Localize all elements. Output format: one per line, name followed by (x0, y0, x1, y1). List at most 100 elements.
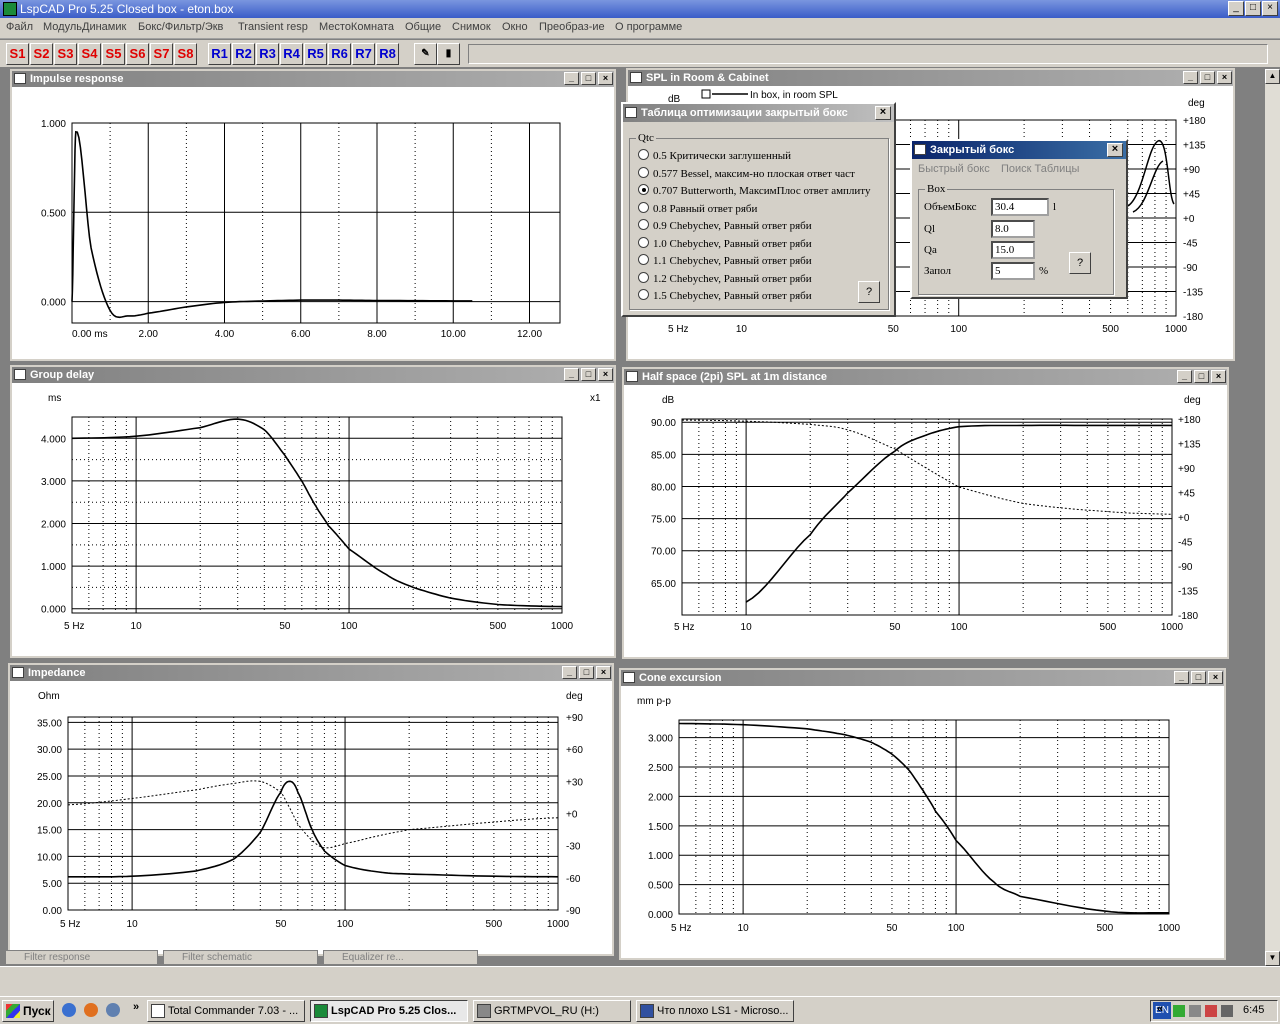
menu-transform[interactable]: Преобраз-ие (539, 21, 605, 33)
minimize-button[interactable]: _ (564, 72, 579, 85)
maximize-button[interactable]: □ (579, 666, 594, 679)
qtc-option[interactable]: 1.0 Chebychev, Равный ответ ряби (638, 236, 812, 250)
radio-icon[interactable] (638, 184, 649, 195)
radio-icon[interactable] (638, 219, 649, 230)
closed-box-dialog[interactable]: Закрытый бокс × Быстрый бокс Поиск Табли… (910, 139, 1128, 299)
qtc-option[interactable]: 1.1 Chebychev, Равный ответ ряби (638, 254, 812, 267)
tab-quick-box[interactable]: Быстрый бокс (918, 163, 990, 175)
start-button[interactable]: Пуск (2, 1000, 54, 1022)
snapshot-button-s4[interactable]: S4 (78, 43, 101, 65)
search-icon[interactable] (106, 1003, 120, 1017)
close-button[interactable]: × (598, 72, 613, 85)
close-button[interactable]: × (1107, 143, 1123, 157)
maximize-button[interactable]: □ (1191, 671, 1206, 684)
close-button[interactable]: × (598, 368, 613, 381)
minimize-button[interactable]: _ (1228, 1, 1244, 16)
tab-table-search[interactable]: Поиск Таблицы (1001, 163, 1079, 175)
tool-icon-a[interactable]: ✎ (414, 43, 437, 65)
minimize-button[interactable]: _ (564, 368, 579, 381)
snapshot-button-s5[interactable]: S5 (102, 43, 125, 65)
menu-file[interactable]: Файл (6, 21, 33, 33)
ql-input[interactable]: 8.0 (991, 220, 1035, 238)
close-button[interactable]: × (1208, 671, 1223, 684)
tray-icon-network[interactable] (1173, 1005, 1185, 1017)
fill-input[interactable]: 5 (991, 262, 1035, 280)
task-total-commander[interactable]: Total Commander 7.03 - ... (147, 1000, 305, 1022)
minimized-filter-schematic[interactable]: Filter schematic (163, 950, 318, 965)
chevron-icon[interactable]: » (133, 1001, 139, 1013)
close-button[interactable]: × (1217, 71, 1232, 84)
menu-window[interactable]: Окно (502, 21, 528, 33)
radio-icon[interactable] (638, 254, 649, 265)
maximize-button[interactable]: □ (581, 72, 596, 85)
tray-icon-volume[interactable] (1221, 1005, 1233, 1017)
task-explorer[interactable]: GRTMPVOL_RU (H:) (473, 1000, 631, 1022)
menu-room[interactable]: МестоКомната (319, 21, 394, 33)
scroll-up-arrow[interactable]: ▲ (1265, 69, 1280, 84)
snapshot-button-s1[interactable]: S1 (6, 43, 29, 65)
recall-button-r3[interactable]: R3 (256, 43, 279, 65)
half-space-window[interactable]: Half space (2pi) SPL at 1m distance _ □ × … (621, 366, 1230, 660)
tray-icon-antivirus[interactable] (1205, 1005, 1217, 1017)
help-button[interactable]: ? (858, 281, 880, 303)
minimized-filter-response[interactable]: Filter response (5, 950, 158, 965)
radio-icon[interactable] (638, 149, 649, 160)
help-button[interactable]: ? (1069, 252, 1091, 274)
minimize-button[interactable]: _ (1174, 671, 1189, 684)
firefox-icon[interactable] (84, 1003, 98, 1017)
tool-icon-b[interactable]: ▮ (437, 43, 460, 65)
tray-icon-usb[interactable] (1189, 1005, 1201, 1017)
qa-input[interactable]: 15.0 (991, 241, 1035, 259)
task-lspcad[interactable]: LspCAD Pro 5.25 Clos... (310, 1000, 468, 1022)
maximize-button[interactable]: □ (1245, 1, 1261, 16)
maximize-button[interactable]: □ (1200, 71, 1215, 84)
snapshot-button-s2[interactable]: S2 (30, 43, 53, 65)
minimize-button[interactable]: _ (562, 666, 577, 679)
menu-general[interactable]: Общие (405, 21, 441, 33)
maximize-button[interactable]: □ (1194, 370, 1209, 383)
task-word[interactable]: Что плохо LS1 - Microso... (636, 1000, 794, 1022)
snapshot-button-s6[interactable]: S6 (126, 43, 149, 65)
close-button[interactable]: × (596, 666, 611, 679)
ie-icon[interactable] (62, 1003, 76, 1017)
menu-about[interactable]: О программе (615, 21, 682, 33)
minimize-button[interactable]: _ (1177, 370, 1192, 383)
snapshot-button-s3[interactable]: S3 (54, 43, 77, 65)
qtc-option[interactable]: 0.5 Критически заглушенный (638, 149, 791, 162)
recall-button-r8[interactable]: R8 (376, 43, 399, 65)
maximize-button[interactable]: □ (581, 368, 596, 381)
minimize-button[interactable]: _ (1183, 71, 1198, 84)
qtc-option[interactable]: 0.8 Равный ответ ряби (638, 201, 757, 215)
recall-button-r5[interactable]: R5 (304, 43, 327, 65)
radio-icon[interactable] (638, 271, 649, 283)
volume-input[interactable]: 30.4 (991, 198, 1049, 216)
snapshot-button-s7[interactable]: S7 (150, 43, 173, 65)
menu-driver-module[interactable]: МодульДинамик (43, 21, 126, 33)
mdi-vertical-scrollbar[interactable]: ▲ ▼ (1265, 69, 1280, 966)
close-button[interactable]: × (1262, 1, 1278, 16)
impulse-response-window[interactable]: Impulse response _ □ × 1.000 0.500 0.000 0.00… (9, 68, 617, 362)
group-delay-window[interactable]: Group delay _ □ × ms x1 4.000 3.000 2.000 1.000… (9, 364, 617, 659)
recall-button-r1[interactable]: R1 (208, 43, 231, 65)
recall-button-r6[interactable]: R6 (328, 43, 351, 65)
menu-transient[interactable]: Transient resp (238, 21, 308, 33)
tray-expand-icon[interactable]: « (1157, 1003, 1163, 1015)
close-button[interactable]: × (875, 106, 891, 120)
menu-box-filter-eq[interactable]: Бокс/Фильтр/Экв (138, 21, 223, 33)
recall-button-r2[interactable]: R2 (232, 43, 255, 65)
scroll-down-arrow[interactable]: ▼ (1265, 951, 1280, 966)
qtc-option[interactable]: 0.9 Chebychev, Равный ответ ряби (638, 219, 812, 232)
qtc-option[interactable]: 1.2 Chebychev, Равный ответ ряби (638, 271, 812, 285)
snapshot-button-s8[interactable]: S8 (174, 43, 197, 65)
radio-icon[interactable] (638, 289, 649, 300)
qtc-option[interactable]: 0.707 Butterworth, МаксимПлос ответ ампл… (638, 184, 870, 197)
radio-icon[interactable] (638, 236, 649, 248)
recall-button-r4[interactable]: R4 (280, 43, 303, 65)
menu-snapshot[interactable]: Снимок (452, 21, 491, 33)
radio-icon[interactable] (638, 166, 649, 178)
qtc-option[interactable]: 1.5 Chebychev, Равный ответ ряби (638, 289, 812, 302)
close-button[interactable]: × (1211, 370, 1226, 383)
recall-button-r7[interactable]: R7 (352, 43, 375, 65)
optimization-table-dialog[interactable]: Таблица оптимизации закрытый бокс × Qtc … (621, 102, 896, 317)
cone-excursion-window[interactable]: Cone excursion _ □ × mm p-p 3.000 2.500 2.000… (618, 667, 1227, 961)
